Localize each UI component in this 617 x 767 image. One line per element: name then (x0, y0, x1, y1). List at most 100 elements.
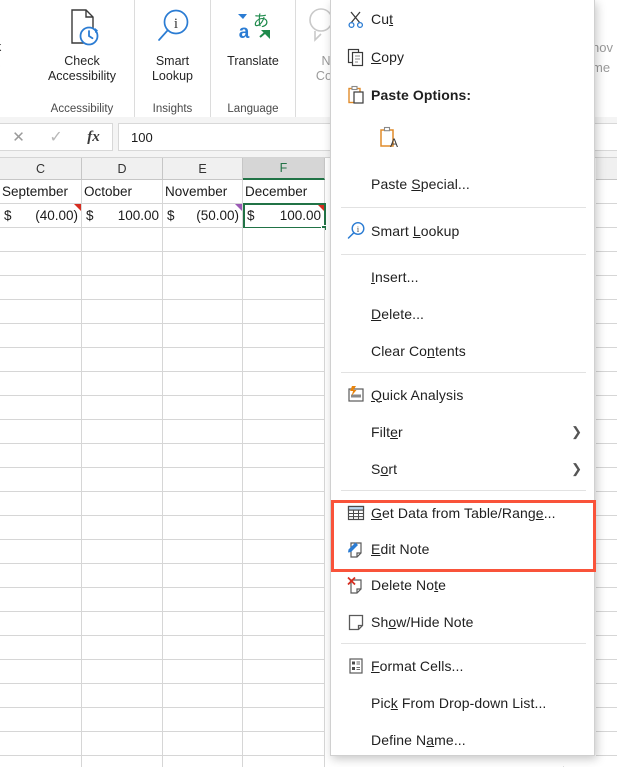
grid-cell-empty[interactable] (82, 564, 163, 588)
grid-cell-empty[interactable] (243, 732, 325, 756)
grid-cell-empty[interactable] (82, 492, 163, 516)
grid-cell-empty[interactable] (0, 684, 82, 708)
grid-cell-empty[interactable] (596, 348, 617, 372)
grid-cell-empty[interactable] (243, 420, 325, 444)
grid-cell-empty[interactable] (82, 324, 163, 348)
menu-item-delete[interactable]: Delete... (331, 295, 594, 332)
grid-cell-empty[interactable] (243, 324, 325, 348)
grid-cell-empty[interactable] (0, 300, 82, 324)
grid-cell-empty[interactable] (243, 468, 325, 492)
grid-cell-empty[interactable] (596, 540, 617, 564)
cell-D-header[interactable]: October (82, 180, 163, 204)
grid-cell-empty[interactable] (243, 276, 325, 300)
grid-cell-empty[interactable] (596, 660, 617, 684)
grid-cell-empty[interactable] (243, 348, 325, 372)
menu-item-quick-analysis[interactable]: Quick Analysis (331, 376, 594, 413)
grid-cell-empty[interactable] (0, 516, 82, 540)
grid-cell-empty[interactable] (163, 732, 243, 756)
grid-cell-empty[interactable] (243, 444, 325, 468)
grid-cell-empty[interactable] (163, 348, 243, 372)
cell-C-value[interactable]: $ (40.00) (0, 204, 82, 228)
cancel-x-icon[interactable]: ✕ (12, 128, 25, 146)
grid-cell-empty[interactable] (243, 588, 325, 612)
grid-cell-empty[interactable] (596, 372, 617, 396)
grid-cell-empty[interactable] (596, 444, 617, 468)
grid-cell-empty[interactable] (163, 300, 243, 324)
grid-cell-empty[interactable] (163, 252, 243, 276)
grid-cell-empty[interactable] (0, 732, 82, 756)
cell-J-header[interactable] (596, 180, 617, 204)
grid-cell-empty[interactable] (596, 612, 617, 636)
grid-cell-empty[interactable] (596, 252, 617, 276)
grid-cell-empty[interactable] (243, 492, 325, 516)
grid-cell-empty[interactable] (243, 228, 325, 252)
cell-E-header[interactable]: November (163, 180, 243, 204)
grid-cell-empty[interactable] (163, 540, 243, 564)
check-accessibility-button[interactable]: Check Accessibility (30, 2, 134, 84)
grid-cell-empty[interactable] (82, 372, 163, 396)
column-header-E[interactable]: E (163, 158, 243, 180)
menu-item-link[interactable]: Link ❯ (331, 758, 594, 767)
grid-cell-empty[interactable] (596, 300, 617, 324)
grid-cell-empty[interactable] (82, 636, 163, 660)
grid-cell-empty[interactable] (163, 372, 243, 396)
grid-cell-empty[interactable] (0, 348, 82, 372)
grid-cell-empty[interactable] (596, 732, 617, 756)
grid-cell-empty[interactable] (0, 444, 82, 468)
grid-cell-empty[interactable] (596, 708, 617, 732)
grid-cell-empty[interactable] (0, 540, 82, 564)
grid-cell-empty[interactable] (82, 660, 163, 684)
column-header-J[interactable] (596, 158, 617, 180)
grid-cell-empty[interactable] (0, 612, 82, 636)
grid-cell-empty[interactable] (82, 444, 163, 468)
grid-cell-empty[interactable] (163, 276, 243, 300)
menu-item-paste-special[interactable]: Paste Special... (331, 164, 594, 204)
grid-cell-empty[interactable] (243, 252, 325, 276)
grid-cell-empty[interactable] (82, 732, 163, 756)
grid-cell-empty[interactable] (82, 396, 163, 420)
cell-F-header[interactable]: December (243, 180, 325, 204)
grid-cell-empty[interactable] (82, 540, 163, 564)
grid-cell-empty[interactable] (596, 684, 617, 708)
menu-item-filter[interactable]: Filter ❯ (331, 413, 594, 450)
cell-D-value[interactable]: $ 100.00 (82, 204, 163, 228)
grid-cell-empty[interactable] (596, 756, 617, 767)
cell-E-value[interactable]: $ (50.00) (163, 204, 243, 228)
grid-cell-empty[interactable] (82, 516, 163, 540)
menu-item-cut[interactable]: Cut (331, 0, 594, 38)
grid-cell-empty[interactable] (243, 372, 325, 396)
grid-cell-empty[interactable] (243, 684, 325, 708)
menu-item-format-cells[interactable]: Format Cells... (331, 647, 594, 684)
grid-cell-empty[interactable] (243, 660, 325, 684)
grid-cell-empty[interactable] (0, 588, 82, 612)
grid-cell-empty[interactable] (243, 564, 325, 588)
grid-cell-empty[interactable] (596, 324, 617, 348)
grid-cell-empty[interactable] (82, 756, 163, 767)
grid-cell-empty[interactable] (0, 660, 82, 684)
grid-cell-empty[interactable] (163, 636, 243, 660)
grid-cell-empty[interactable] (82, 684, 163, 708)
grid-cell-empty[interactable] (163, 420, 243, 444)
grid-cell-empty[interactable] (596, 468, 617, 492)
cell-F-value[interactable]: $ 100.00 (243, 204, 325, 228)
grid-cell-empty[interactable] (82, 588, 163, 612)
fx-icon[interactable]: fx (87, 129, 100, 146)
grid-cell-empty[interactable] (0, 228, 82, 252)
grid-cell-empty[interactable] (82, 612, 163, 636)
menu-item-insert[interactable]: Insert... (331, 258, 594, 295)
grid-cell-empty[interactable] (243, 756, 325, 767)
grid-cell-empty[interactable] (0, 492, 82, 516)
grid-cell-empty[interactable] (0, 276, 82, 300)
grid-cell-empty[interactable] (82, 252, 163, 276)
menu-item-edit-note[interactable]: Edit Note (331, 531, 594, 567)
grid-cell-empty[interactable] (0, 420, 82, 444)
menu-item-sort[interactable]: Sort ❯ (331, 450, 594, 487)
grid-cell-empty[interactable] (82, 228, 163, 252)
grid-cell-empty[interactable] (82, 708, 163, 732)
grid-cell-empty[interactable] (596, 396, 617, 420)
grid-cell-empty[interactable] (163, 756, 243, 767)
grid-cell-empty[interactable] (243, 516, 325, 540)
grid-cell-empty[interactable] (163, 660, 243, 684)
menu-item-delete-note[interactable]: Delete Note (331, 567, 594, 603)
smart-lookup-ribbon-button[interactable]: i Smart Lookup (135, 2, 210, 84)
